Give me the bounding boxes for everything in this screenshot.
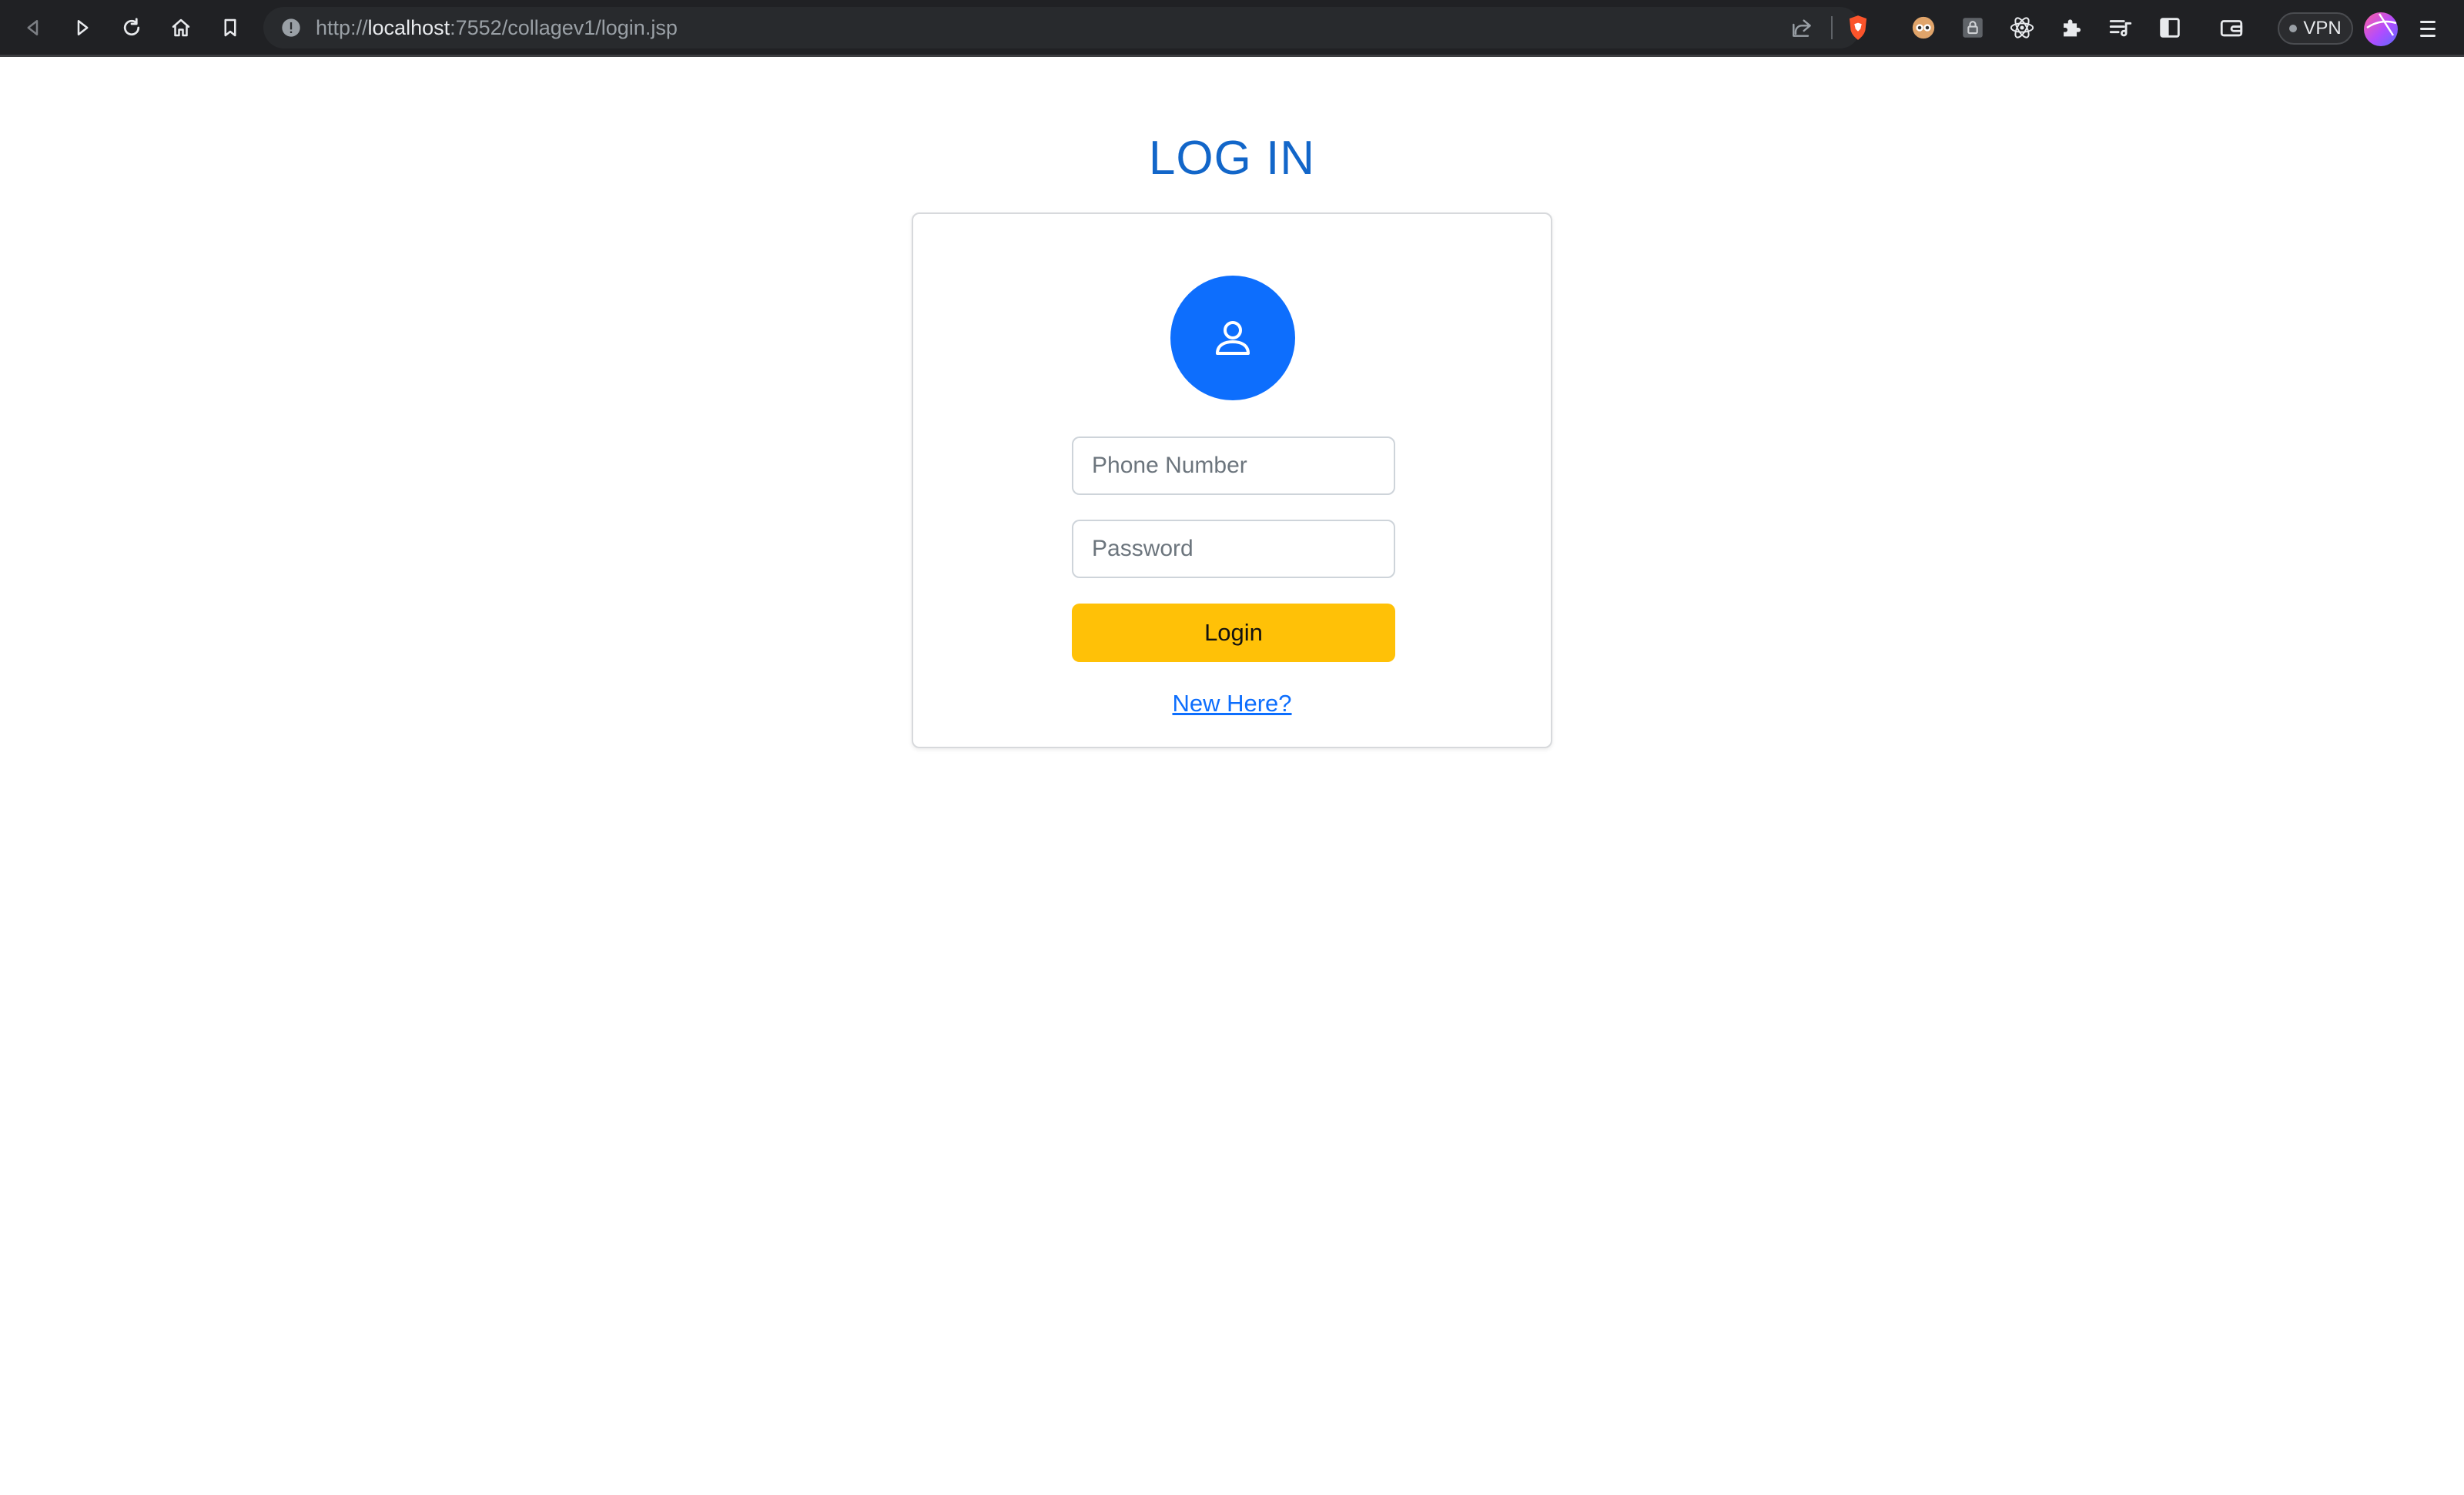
bookmark-button[interactable]: [213, 10, 248, 45]
extension-lock[interactable]: [1959, 14, 1987, 42]
login-button[interactable]: Login: [1072, 604, 1395, 662]
address-bar[interactable]: http://localhost:7552/collagev1/login.js…: [263, 7, 1867, 48]
wallet-icon: [2220, 20, 2243, 37]
url-separator: [1831, 16, 1833, 39]
vpn-button[interactable]: VPN: [2278, 12, 2353, 45]
password-input[interactable]: [1072, 520, 1395, 578]
home-button[interactable]: [163, 10, 199, 45]
react-icon: [2010, 17, 2034, 38]
share-icon[interactable]: [1789, 15, 1814, 40]
login-card: Login New Here?: [912, 212, 1552, 748]
info-icon[interactable]: [280, 17, 302, 38]
back-icon: [27, 20, 38, 35]
vpn-label: VPN: [2303, 18, 2342, 38]
url-scheme: http://: [316, 16, 368, 39]
extension-eyes-icon: [1912, 16, 1935, 39]
home-icon: [172, 18, 190, 37]
playlist-button[interactable]: [2107, 14, 2134, 42]
url-host: localhost: [367, 16, 450, 39]
url-path: :7552/collagev1/login.jsp: [450, 16, 678, 39]
menu-icon-bar: [2420, 20, 2436, 23]
menu-icon-bar: [2420, 27, 2436, 30]
vpn-status-dot: [2289, 25, 2298, 32]
forward-button[interactable]: [65, 10, 100, 45]
profile-avatar[interactable]: [2364, 12, 2398, 46]
bookmark-icon: [224, 18, 236, 37]
extension-eyes[interactable]: [1910, 14, 1937, 42]
extension-react[interactable]: [2008, 14, 2036, 42]
extension-lock-icon: [1963, 18, 1983, 38]
url-text[interactable]: http://localhost:7552/collagev1/login.js…: [316, 7, 678, 48]
main-menu-button[interactable]: [2415, 15, 2441, 42]
sidebar-button[interactable]: [2156, 14, 2184, 42]
wallet-button[interactable]: [2218, 14, 2245, 42]
puzzle-icon: [2064, 19, 2081, 37]
sidebar-icon: [2160, 18, 2180, 38]
extensions-button[interactable]: [2057, 14, 2085, 42]
new-here-link[interactable]: New Here?: [913, 690, 1551, 717]
profile-icon: [2366, 13, 2397, 36]
page-title: LOG IN: [1148, 132, 1316, 185]
back-button[interactable]: [15, 10, 51, 45]
reload-button[interactable]: [114, 10, 149, 45]
person-icon: [1216, 321, 1250, 355]
user-avatar: [1170, 276, 1295, 400]
reload-icon: [123, 18, 140, 36]
browser-toolbar: http://localhost:7552/collagev1/login.js…: [0, 0, 2464, 57]
forward-icon: [77, 20, 89, 35]
phone-number-input[interactable]: [1072, 436, 1395, 495]
menu-icon-bar: [2420, 34, 2436, 37]
playlist-icon: [2109, 20, 2132, 37]
brave-shield-icon[interactable]: [1843, 13, 1873, 42]
